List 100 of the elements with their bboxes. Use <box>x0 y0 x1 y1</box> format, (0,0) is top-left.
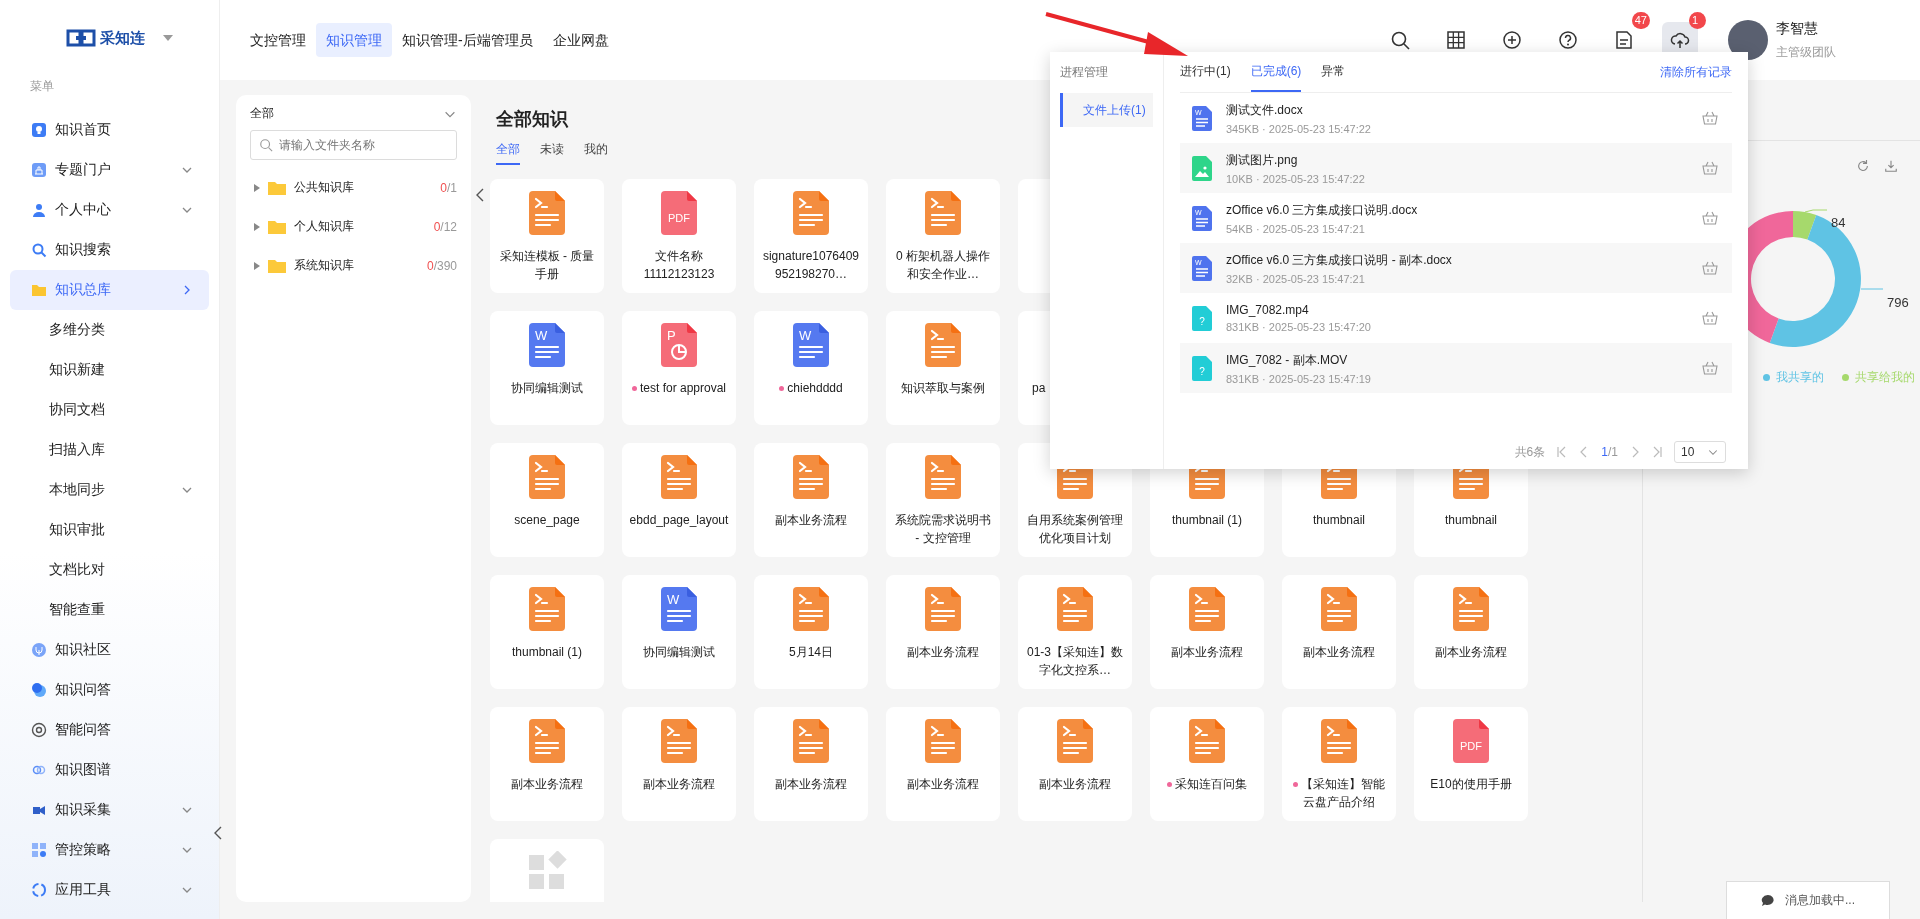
submenu-item[interactable]: 知识新建 <box>10 350 209 390</box>
collapse-icon[interactable] <box>213 825 223 841</box>
file-card[interactable]: 采知连百问集 <box>1150 707 1264 821</box>
submenu-item[interactable]: 多维分类 <box>10 310 209 350</box>
file-card[interactable]: 副本业务流程 <box>886 707 1000 821</box>
clear-records-link[interactable]: 清除所有记录 <box>1660 52 1732 92</box>
scope-select[interactable]: 全部 <box>250 105 274 122</box>
file-card[interactable]: 采知连模板 - 质量手册 <box>490 179 604 293</box>
menu-item[interactable]: 知识图谱 <box>10 750 209 790</box>
menu-item[interactable]: 知识总库 <box>10 270 209 310</box>
file-card[interactable]: 副本业务流程 <box>1150 575 1264 689</box>
person-icon <box>31 202 47 218</box>
file-meta: 345KB · 2025-05-23 15:47:22 <box>1226 122 1372 135</box>
menu-item[interactable]: 知识首页 <box>10 110 209 150</box>
basket-icon[interactable] <box>1702 311 1718 325</box>
grid-gear-icon <box>31 842 47 858</box>
basket-icon[interactable] <box>1702 161 1718 175</box>
basket-icon[interactable] <box>1702 111 1718 125</box>
logo-text: 采知连 <box>100 28 145 48</box>
menu-item[interactable]: 专题门户 <box>10 150 209 190</box>
category-item[interactable]: 文件上传(1) <box>1060 93 1153 127</box>
file-name: zOffice v6.0 三方集成接口说明.docx <box>1226 201 1419 219</box>
file-card[interactable]: W 协同编辑测试 <box>490 311 604 425</box>
menu-item[interactable]: 应用工具 <box>10 870 209 910</box>
file-card[interactable]: W chiehdddd <box>754 311 868 425</box>
last-page-icon[interactable] <box>1652 446 1662 458</box>
expand-triangle-icon[interactable] <box>254 222 260 231</box>
file-name: chiehdddd <box>754 379 868 397</box>
menu-item[interactable]: 知识社区 <box>10 630 209 670</box>
submenu-item[interactable]: 本地同步 <box>10 470 209 510</box>
tree-item[interactable]: 系统知识库 0/390 <box>236 246 471 285</box>
file-card[interactable]: P test for approval <box>622 311 736 425</box>
nav-tab[interactable]: 企业网盘 <box>542 23 619 57</box>
filter-tab[interactable]: 我的 <box>584 141 608 165</box>
file-card[interactable]: ebdd_page_layout <box>622 443 736 557</box>
menu-item[interactable]: 知识采集 <box>10 790 209 830</box>
file-card[interactable]: 副本业务流程 <box>490 707 604 821</box>
file-card[interactable]: 副本业务流程 <box>754 707 868 821</box>
page-title: 全部知识 <box>496 108 568 131</box>
file-name: 系统院需求说明书 - 文控管理 <box>894 512 992 547</box>
submenu-item[interactable]: 智能查重 <box>10 590 209 630</box>
image-document-icon <box>1192 155 1212 181</box>
nav-tab[interactable]: 文控管理 <box>240 23 316 57</box>
file-card[interactable]: 副本业务流程 <box>754 443 868 557</box>
basket-icon[interactable] <box>1702 211 1718 225</box>
menu-item[interactable]: 知识问答 <box>10 670 209 710</box>
page-size-select[interactable]: 10 <box>1674 441 1726 463</box>
search-field[interactable]: 请输入文件夹名称 <box>279 131 448 159</box>
file-card[interactable]: W 协同编辑测试 <box>622 575 736 689</box>
refresh-icon[interactable] <box>1856 159 1870 173</box>
file-card[interactable]: 系统院需求说明书 - 文控管理 <box>886 443 1000 557</box>
file-name: 副本业务流程 <box>1302 644 1376 661</box>
nav-tab[interactable]: 知识管理-后端管理员 <box>392 23 543 57</box>
next-page-icon[interactable] <box>1630 446 1640 458</box>
menu-item[interactable]: 个人中心 <box>10 190 209 230</box>
file-card[interactable]: scene_page <box>490 443 604 557</box>
menu-item[interactable]: 知识搜索 <box>10 230 209 270</box>
file-card[interactable]: 5月14日 <box>754 575 868 689</box>
submenu-item[interactable]: 知识审批 <box>10 510 209 550</box>
file-card[interactable]: 副本业务流程 <box>622 707 736 821</box>
file-card[interactable]: signature1076409952198270… <box>754 179 868 293</box>
file-name: thumbnail <box>1444 512 1498 529</box>
file-card[interactable]: 【采知连】智能云盘产品介绍 <box>1282 707 1396 821</box>
file-card[interactable]: 01-3【采知连】数字化文控系… <box>1018 575 1132 689</box>
basket-icon[interactable] <box>1702 261 1718 275</box>
menu-item[interactable]: 智能问答 <box>10 710 209 750</box>
status-tab[interactable]: 异常 <box>1321 52 1346 92</box>
tree-item[interactable]: 公共知识库 0/1 <box>236 168 471 207</box>
status-tab[interactable]: 已完成(6) <box>1250 52 1302 92</box>
file-card[interactable]: 知识萃取与案例 <box>886 311 1000 425</box>
file-card[interactable]: 副本业务流程 <box>1414 575 1528 689</box>
submenu-item[interactable]: 扫描入库 <box>10 430 209 470</box>
logo-icon <box>66 27 96 49</box>
file-card[interactable]: PDF 文件名称 11112123123 <box>622 179 736 293</box>
file-card[interactable]: 副本业务流程 <box>1018 707 1132 821</box>
download-icon[interactable] <box>1884 159 1898 173</box>
submenu-item[interactable]: 文档比对 <box>10 550 209 590</box>
avatar[interactable] <box>1728 20 1768 60</box>
caret-icon[interactable] <box>163 35 173 41</box>
nav-tab[interactable]: 知识管理 <box>316 23 392 57</box>
file-name: pa <box>1031 380 1047 397</box>
file-card[interactable]: thumbnail (1) <box>490 575 604 689</box>
file-card[interactable]: 副本业务流程 <box>886 575 1000 689</box>
expand-triangle-icon[interactable] <box>254 183 260 192</box>
collapse-icon[interactable] <box>475 187 485 203</box>
menu-heading: 菜单 <box>29 78 55 95</box>
expand-triangle-icon[interactable] <box>254 261 260 270</box>
filter-tab[interactable]: 未读 <box>540 141 564 165</box>
basket-icon[interactable] <box>1702 361 1718 375</box>
tree-item[interactable]: 个人知识库 0/12 <box>236 207 471 246</box>
status-tab[interactable]: 进行中(1) <box>1180 52 1231 92</box>
first-page-icon[interactable] <box>1557 446 1568 458</box>
file-card[interactable]: 副本业务流程 <box>1282 575 1396 689</box>
search-box[interactable]: 请输入文件夹名称 <box>250 130 457 160</box>
file-card[interactable]: PDF E10的使用手册 <box>1414 707 1528 821</box>
file-card[interactable]: 0 桁架机器人操作和安全作业… <box>886 179 1000 293</box>
filter-tab[interactable]: 全部 <box>496 141 520 165</box>
submenu-item[interactable]: 协同文档 <box>10 390 209 430</box>
file-name: 01-3【采知连】数字化文控系… <box>1026 644 1124 679</box>
menu-item[interactable]: 管控策略 <box>10 830 209 870</box>
